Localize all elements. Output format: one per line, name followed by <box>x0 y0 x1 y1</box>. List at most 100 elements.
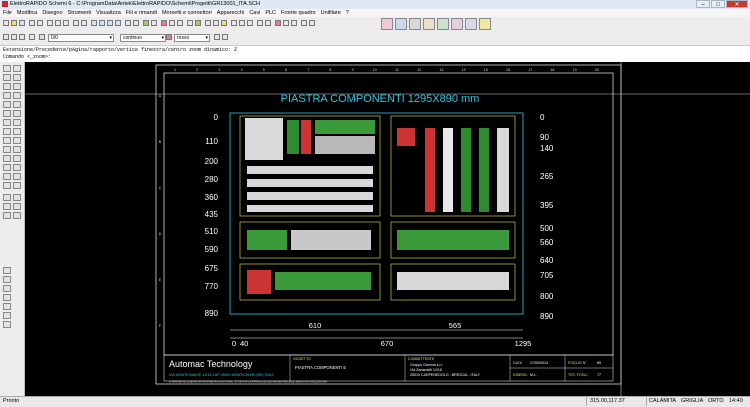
calamita-toggle[interactable]: CALAMITA <box>649 398 676 404</box>
mirror-icon[interactable] <box>13 119 21 126</box>
zoom-in-icon[interactable] <box>91 20 97 26</box>
symbol-icon[interactable] <box>161 20 167 26</box>
settings-icon[interactable] <box>301 20 307 26</box>
menu-apparecchi[interactable]: Apparecchi <box>217 9 245 17</box>
list-icon[interactable] <box>213 20 219 26</box>
page-next-icon[interactable] <box>239 20 245 26</box>
layer-select[interactable]: 0/0 ▾ <box>48 34 114 42</box>
text-tool-icon[interactable] <box>3 101 11 108</box>
polyline-icon[interactable] <box>3 74 11 81</box>
airplane-icon[interactable] <box>479 18 491 30</box>
terminal-icon[interactable] <box>177 20 183 26</box>
erase-icon[interactable] <box>275 20 281 26</box>
text-icon[interactable] <box>283 20 289 26</box>
save-icon[interactable] <box>19 20 25 26</box>
extend-icon[interactable] <box>13 137 21 144</box>
snap-center-icon[interactable] <box>3 203 11 210</box>
terminal-block-icon[interactable] <box>465 18 477 30</box>
component-icon[interactable] <box>451 18 463 30</box>
linetype-select[interactable]: continuo ▾ <box>120 34 166 42</box>
rectangle-icon[interactable] <box>13 83 21 90</box>
pan-icon[interactable] <box>125 20 131 26</box>
menu-fili-rimandi[interactable]: Fili e rimandi <box>126 9 157 17</box>
circle-icon[interactable] <box>13 74 21 81</box>
properties-icon[interactable] <box>151 20 157 26</box>
break-icon[interactable] <box>13 164 21 171</box>
zoom-extents-icon[interactable] <box>115 20 121 26</box>
orto-toggle[interactable]: ORTO <box>708 398 724 404</box>
panel-front-icon[interactable] <box>381 18 393 30</box>
stretch-icon[interactable] <box>13 128 21 135</box>
grid-icon[interactable] <box>257 20 263 26</box>
zoom-out-icon[interactable] <box>99 20 105 26</box>
contact-icon[interactable] <box>3 321 11 328</box>
wire-icon[interactable] <box>169 20 175 26</box>
database-icon[interactable] <box>205 20 211 26</box>
arrow-icon[interactable] <box>29 34 35 40</box>
print-preview-icon[interactable] <box>37 20 43 26</box>
plate-icon[interactable] <box>409 18 421 30</box>
chamfer-icon[interactable] <box>3 155 11 162</box>
griglia-toggle[interactable]: GRIGLIA <box>681 398 703 404</box>
dim-tool-icon[interactable] <box>13 101 21 108</box>
page-goto-icon[interactable] <box>247 20 253 26</box>
array-icon[interactable] <box>3 164 11 171</box>
line-weight-icon[interactable] <box>214 34 220 40</box>
cabinet-icon[interactable] <box>395 18 407 30</box>
copy-tool-icon[interactable] <box>13 110 21 117</box>
offset-icon[interactable] <box>3 146 11 153</box>
text-edit-icon[interactable] <box>11 34 17 40</box>
menu-cavi[interactable]: Cavi <box>249 9 260 17</box>
print-icon[interactable] <box>29 20 35 26</box>
help-icon[interactable] <box>309 20 315 26</box>
plc-icon[interactable] <box>195 20 201 26</box>
hatch-icon[interactable] <box>13 92 21 99</box>
menu-disegno[interactable]: Disegno <box>42 9 62 17</box>
report-icon[interactable] <box>221 20 227 26</box>
zoom-window-icon[interactable] <box>107 20 113 26</box>
match-props-icon[interactable] <box>222 34 228 40</box>
menu-visualizza[interactable]: Visualizza <box>96 9 121 17</box>
open-folder-icon[interactable] <box>11 20 17 26</box>
ground-icon[interactable] <box>3 303 11 310</box>
menu-help[interactable]: ? <box>346 9 349 17</box>
potential-icon[interactable] <box>3 312 11 319</box>
menu-plc[interactable]: PLC <box>265 9 276 17</box>
select-icon[interactable] <box>3 65 11 72</box>
bus-icon[interactable] <box>3 285 11 292</box>
wire-draw-icon[interactable] <box>3 267 11 274</box>
snap-icon[interactable] <box>265 20 271 26</box>
color-select[interactable]: rosso ▾ <box>174 34 210 42</box>
snap-mid-icon[interactable] <box>13 194 21 201</box>
insert-icon[interactable] <box>13 173 21 180</box>
menu-strumenti[interactable]: Strumenti <box>68 9 92 17</box>
trim-icon[interactable] <box>3 137 11 144</box>
command-prompt[interactable]: Comando <_zoom>: <box>3 54 51 60</box>
move-icon[interactable] <box>3 110 11 117</box>
minimize-button[interactable]: – <box>696 0 710 8</box>
drawing-canvas[interactable]: 1 2 3 4 5 6 7 8 9 10 11 12 13 14 15 16 17 18 19 20 ABCDEF <box>25 62 750 396</box>
menu-unifilare[interactable]: Unifilare <box>321 9 341 17</box>
snap-intersection-icon[interactable] <box>13 203 21 210</box>
duct-icon[interactable] <box>437 18 449 30</box>
redo-icon[interactable] <box>81 20 87 26</box>
block-icon[interactable] <box>3 173 11 180</box>
point-icon[interactable] <box>13 182 21 189</box>
snap-perpendicular-icon[interactable] <box>3 212 11 219</box>
rotate-icon[interactable] <box>3 119 11 126</box>
layer-manager-icon[interactable] <box>39 34 45 40</box>
measure-icon[interactable] <box>3 182 11 189</box>
maximize-button[interactable]: □ <box>711 0 725 8</box>
copy-icon[interactable] <box>55 20 61 26</box>
arc-icon[interactable] <box>3 83 11 90</box>
layer-icon[interactable] <box>143 20 149 26</box>
fillet-icon[interactable] <box>13 146 21 153</box>
junction-icon[interactable] <box>3 276 11 283</box>
close-button[interactable]: ✕ <box>726 0 748 8</box>
line-icon[interactable] <box>13 65 21 72</box>
cut-icon[interactable] <box>47 20 53 26</box>
cable-icon[interactable] <box>187 20 193 26</box>
snap-end-icon[interactable] <box>3 194 11 201</box>
explode-icon[interactable] <box>13 155 21 162</box>
menu-file[interactable]: File <box>3 9 12 17</box>
